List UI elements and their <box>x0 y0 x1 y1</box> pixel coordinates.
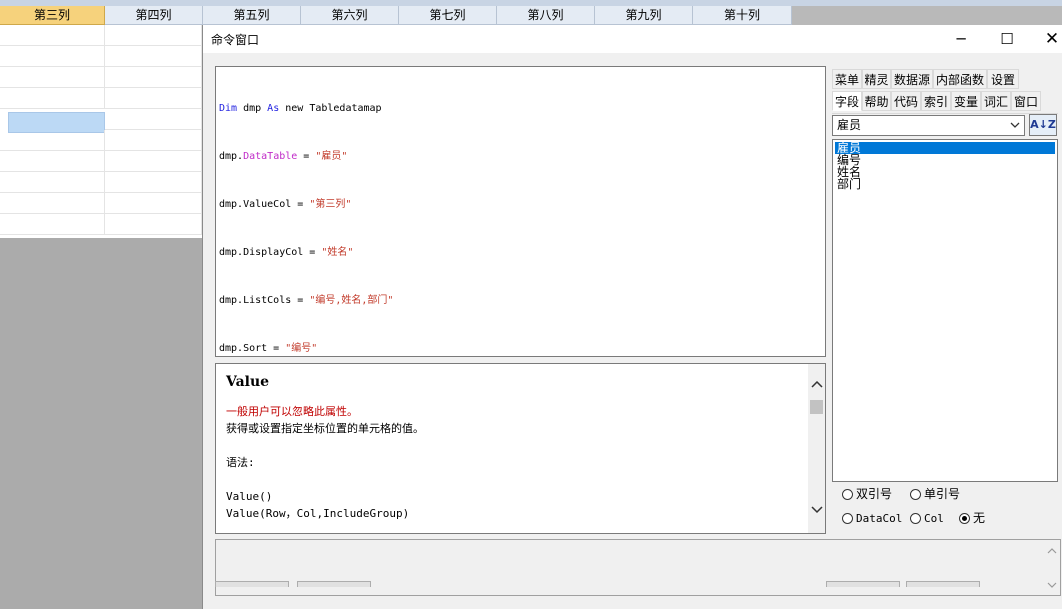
grid-cell[interactable] <box>105 193 202 214</box>
code-editor[interactable]: Dim dmp As new Tabledatamap dmp.DataTabl… <box>215 66 826 357</box>
grid-cell[interactable] <box>105 88 202 109</box>
tab-row-top: 菜单 精灵 数据源 内部函数 设置 <box>832 69 1058 89</box>
grid-cell[interactable] <box>105 214 202 235</box>
column-header-6[interactable]: 第六列 <box>301 6 399 25</box>
help-title: Value <box>226 374 270 390</box>
help-syntax-line: Value() <box>226 490 273 503</box>
column-header-5[interactable]: 第五列 <box>203 6 301 25</box>
bottom-button-1[interactable] <box>215 581 289 587</box>
grid-cell[interactable] <box>105 172 202 193</box>
radio-single-quote[interactable]: 单引号 <box>910 485 960 503</box>
code-line: dmp.ListCols = "编号,姓名,部门" <box>219 295 394 306</box>
grid-cell[interactable] <box>0 151 105 172</box>
code-line: Dim dmp As new Tabledatamap <box>219 103 382 114</box>
tab-builtin-functions[interactable]: 内部函数 <box>933 69 987 89</box>
tab-menu[interactable]: 菜单 <box>832 69 862 89</box>
tab-settings[interactable]: 设置 <box>987 69 1019 89</box>
grid-cell[interactable] <box>0 130 105 151</box>
sort-button[interactable]: A↓Z <box>1029 114 1057 136</box>
radio-none[interactable]: 无 <box>959 509 985 527</box>
minimize-button[interactable]: ─ <box>938 25 984 53</box>
tab-index[interactable]: 索引 <box>921 91 951 111</box>
maximize-button[interactable]: ☐ <box>984 25 1030 53</box>
tab-help[interactable]: 帮助 <box>862 91 891 111</box>
field-list-item[interactable]: 编号 <box>835 154 1055 166</box>
table-select-dropdown[interactable]: 雇员 <box>832 115 1025 136</box>
field-list-item[interactable]: 雇员 <box>835 142 1055 154</box>
tab-wizard[interactable]: 精灵 <box>862 69 891 89</box>
help-scrollbar[interactable] <box>808 364 825 533</box>
help-pane[interactable]: Value 一般用户可以忽略此属性。 获得或设置指定坐标位置的单元格的值。 语法… <box>215 363 826 534</box>
grid-cell[interactable] <box>0 193 105 214</box>
column-header-8[interactable]: 第八列 <box>497 6 595 25</box>
close-button[interactable]: ✕ <box>1029 25 1062 53</box>
column-header-10[interactable]: 第十列 <box>693 6 792 25</box>
bottom-button-4[interactable] <box>906 581 980 587</box>
column-header-7[interactable]: 第七列 <box>399 6 497 25</box>
data-grid[interactable] <box>0 25 202 238</box>
output-textbox[interactable] <box>215 539 1061 596</box>
help-syntax-line: Value(Row，Col,IncludeGroup) <box>226 507 410 520</box>
grid-cell[interactable] <box>0 214 105 235</box>
tab-divider <box>832 113 1058 114</box>
field-list[interactable]: 雇员 编号 姓名 部门 <box>832 139 1058 482</box>
chevron-down-icon[interactable] <box>1043 577 1060 594</box>
bottom-button-2[interactable] <box>297 581 371 587</box>
radio-col[interactable]: Col <box>910 509 944 527</box>
grid-cell[interactable] <box>0 88 105 109</box>
grid-cell[interactable] <box>105 151 202 172</box>
grid-cell[interactable] <box>105 109 202 130</box>
help-description: 获得或设置指定坐标位置的单元格的值。 <box>226 422 424 435</box>
grid-cell[interactable] <box>105 130 202 151</box>
grid-cell[interactable] <box>0 46 105 67</box>
quote-option-row-1: 双引号 单引号 <box>842 485 1042 503</box>
help-syntax-label: 语法: <box>226 456 255 469</box>
grid-cell[interactable] <box>0 172 105 193</box>
window-titlebar[interactable]: 命令窗口 ─ ☐ ✕ <box>203 25 1062 53</box>
grid-cell[interactable] <box>105 46 202 67</box>
code-line: dmp.DataTable = "雇员" <box>219 151 348 162</box>
help-content: Value 一般用户可以忽略此属性。 获得或设置指定坐标位置的单元格的值。 语法… <box>226 374 806 522</box>
code-line: dmp.ValueCol = "第三列" <box>219 199 352 210</box>
chevron-down-icon[interactable] <box>808 502 825 519</box>
command-window: 命令窗口 ─ ☐ ✕ Dim dmp As new Tabledatamap d… <box>202 25 1062 609</box>
help-warning: 一般用户可以忽略此属性。 <box>226 405 358 418</box>
radio-double-quote[interactable]: 双引号 <box>842 485 892 503</box>
tab-datasource[interactable]: 数据源 <box>891 69 933 89</box>
code-line: dmp.Sort = "编号" <box>219 343 318 354</box>
chevron-up-icon[interactable] <box>808 376 825 393</box>
radio-datacol[interactable]: DataCol <box>842 509 902 527</box>
bottom-button-3[interactable] <box>826 581 900 587</box>
tab-variables[interactable]: 变量 <box>951 91 981 111</box>
window-title: 命令窗口 <box>211 33 260 47</box>
tab-vocabulary[interactable]: 词汇 <box>981 91 1011 111</box>
header-empty-area <box>792 6 1062 25</box>
field-list-item[interactable]: 部门 <box>835 178 1055 190</box>
tab-row-bottom: 字段 帮助 代码 索引 变量 词汇 窗口 <box>832 91 1058 111</box>
grid-cell[interactable] <box>105 25 202 46</box>
quote-option-row-2: DataCol Col 无 <box>842 509 1052 527</box>
tab-code[interactable]: 代码 <box>891 91 921 111</box>
table-select-value: 雇员 <box>837 118 862 132</box>
scrollbar-thumb[interactable] <box>810 400 823 414</box>
column-header-3[interactable]: 第三列 <box>0 6 105 25</box>
column-header-4[interactable]: 第四列 <box>105 6 203 25</box>
grid-cell[interactable] <box>105 67 202 88</box>
grid-cell[interactable] <box>0 67 105 88</box>
code-line: dmp.DisplayCol = "姓名" <box>219 247 354 258</box>
chevron-down-icon[interactable] <box>1010 116 1020 141</box>
output-scrollbar[interactable] <box>1043 540 1060 595</box>
column-header-9[interactable]: 第九列 <box>595 6 693 25</box>
sort-az-icon: A↓Z <box>1030 118 1056 131</box>
tab-window[interactable]: 窗口 <box>1011 91 1041 111</box>
column-header-row: 第三列 第四列 第五列 第六列 第七列 第八列 第九列 第十列 <box>0 6 792 25</box>
grid-cell[interactable] <box>0 25 105 46</box>
chevron-up-icon[interactable] <box>1043 542 1060 559</box>
field-list-item[interactable]: 姓名 <box>835 166 1055 178</box>
tab-fields[interactable]: 字段 <box>832 91 862 111</box>
